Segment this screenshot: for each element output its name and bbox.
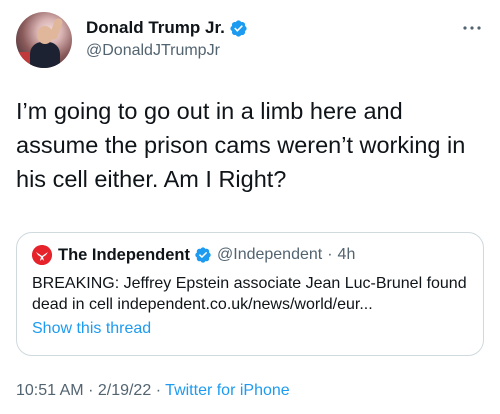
avatar-shirt bbox=[30, 42, 60, 68]
tweet-header: Donald Trump Jr. @DonaldJTrumpJr bbox=[16, 12, 484, 68]
quoted-tweet[interactable]: The Independent @Independent · 4h BREAKI… bbox=[16, 232, 484, 356]
verified-badge-icon bbox=[230, 19, 247, 37]
display-name-row: Donald Trump Jr. bbox=[86, 17, 248, 39]
verified-badge-icon bbox=[195, 247, 211, 263]
tweet-source[interactable]: Twitter for iPhone bbox=[165, 382, 290, 399]
meta-separator: · bbox=[155, 382, 162, 399]
more-horizontal-icon[interactable] bbox=[460, 20, 484, 36]
quoted-handle: @Independent bbox=[217, 246, 323, 263]
quoted-age: 4h bbox=[337, 246, 356, 263]
quoted-tweet-header: The Independent @Independent · 4h bbox=[32, 245, 355, 265]
tweet-date[interactable]: 2/19/22 bbox=[98, 382, 151, 399]
tweet-text: I’m going to go out in a limb here and a… bbox=[16, 98, 466, 192]
independent-eagle-icon bbox=[32, 245, 52, 265]
author-names: Donald Trump Jr. @DonaldJTrumpJr bbox=[86, 17, 248, 60]
author-display-name[interactable]: Donald Trump Jr. bbox=[86, 18, 225, 38]
author-avatar[interactable] bbox=[16, 12, 72, 68]
tweet: Donald Trump Jr. @DonaldJTrumpJr I’m goi… bbox=[0, 0, 500, 414]
show-thread-link[interactable]: Show this thread bbox=[32, 320, 151, 338]
author-handle[interactable]: @DonaldJTrumpJr bbox=[86, 42, 248, 60]
tweet-time[interactable]: 10:51 AM bbox=[16, 382, 84, 399]
meta-separator: · bbox=[88, 382, 94, 399]
quoted-display-name: The Independent bbox=[58, 245, 190, 264]
quoted-separator: · bbox=[327, 246, 333, 263]
quoted-tweet-text: BREAKING: Jeffrey Epstein associate Jean… bbox=[32, 275, 467, 313]
tweet-metadata: 10:51 AM · 2/19/22 · Twitter for iPhone bbox=[16, 382, 290, 400]
avatar-raised-arm bbox=[48, 17, 64, 41]
